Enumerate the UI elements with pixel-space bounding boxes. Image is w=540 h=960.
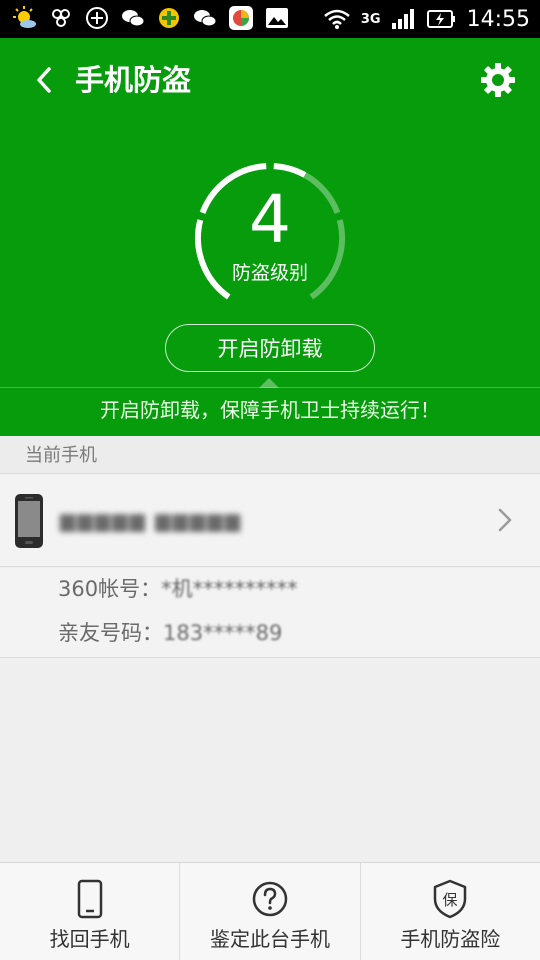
battery-icon <box>426 10 455 28</box>
back-button[interactable] <box>30 62 58 98</box>
gallery-icon <box>264 5 290 31</box>
wechat-icon <box>120 5 146 31</box>
settings-button[interactable] <box>478 60 518 100</box>
anti-theft-header: 手机防盗 4 防盗级别 开启防卸载 开启防卸载，保障手机卫士持续运行！ <box>0 38 540 436</box>
family-number-label: 亲友号码： <box>58 621 163 645</box>
account-line: 360帐号：*机********** <box>58 574 298 604</box>
theft-insurance-tab[interactable]: 保 手机防盗险 <box>361 863 540 960</box>
verify-phone-tab[interactable]: 鉴定此台手机 <box>180 863 361 960</box>
network-type: 3G <box>360 11 381 27</box>
signal-icon <box>391 9 414 29</box>
wifi-icon <box>324 9 350 29</box>
chevron-right-icon <box>498 508 512 532</box>
add-circle-icon <box>84 5 110 31</box>
find-phone-tab[interactable]: 找回手机 <box>0 863 181 960</box>
back-arrow-icon <box>37 67 51 93</box>
current-phone-section-header: 当前手机 <box>0 436 540 474</box>
phone-device-icon <box>15 494 43 548</box>
app-store-icon <box>228 5 254 31</box>
protection-tip: 开启防卸载，保障手机卫士持续运行！ <box>100 398 440 422</box>
tip-pointer <box>259 378 279 388</box>
protection-level-value: 4 <box>249 181 291 258</box>
account-value: *机********** <box>161 577 298 601</box>
find-phone-label: 找回手机 <box>49 927 130 951</box>
notification-icons <box>12 5 290 31</box>
insurance-shield-icon: 保 <box>434 879 467 919</box>
phone-icon <box>77 879 102 919</box>
current-device-row[interactable]: ▆▆▆▆▆ ▆▆▆▆▆ <box>0 475 540 567</box>
gauge-segment-filled <box>273 163 307 178</box>
family-number-value: 183*****89 <box>163 621 283 645</box>
wechat-icon <box>192 5 218 31</box>
enable-uninstall-protection-button[interactable]: 开启防卸载 <box>165 324 375 372</box>
account-label: 360帐号： <box>58 577 162 601</box>
gear-icon <box>481 63 515 97</box>
section-title: 当前手机 <box>25 445 97 466</box>
weather-icon <box>12 5 38 31</box>
theft-insurance-label: 手机防盗险 <box>400 927 501 951</box>
bottom-nav: 找回手机 鉴定此台手机 保 手机防盗险 <box>0 862 540 960</box>
verify-phone-label: 鉴定此台手机 <box>209 927 330 951</box>
family-number-line: 亲友号码：183*****89 <box>58 618 282 648</box>
device-name: ▆▆▆▆▆ ▆▆▆▆▆ <box>60 508 243 532</box>
apps-icon <box>48 5 74 31</box>
page-title: 手机防盗 <box>75 63 192 97</box>
game-icon <box>156 5 182 31</box>
clock: 14:55 <box>466 6 530 32</box>
account-info: 360帐号：*机********** 亲友号码：183*****89 <box>0 568 540 658</box>
status-indicators: 3G 14:55 <box>323 0 530 38</box>
svg-text:保: 保 <box>443 891 458 909</box>
question-icon <box>252 881 288 917</box>
status-bar: 3G 14:55 <box>0 0 540 38</box>
protection-level-label: 防盗级别 <box>231 262 308 284</box>
